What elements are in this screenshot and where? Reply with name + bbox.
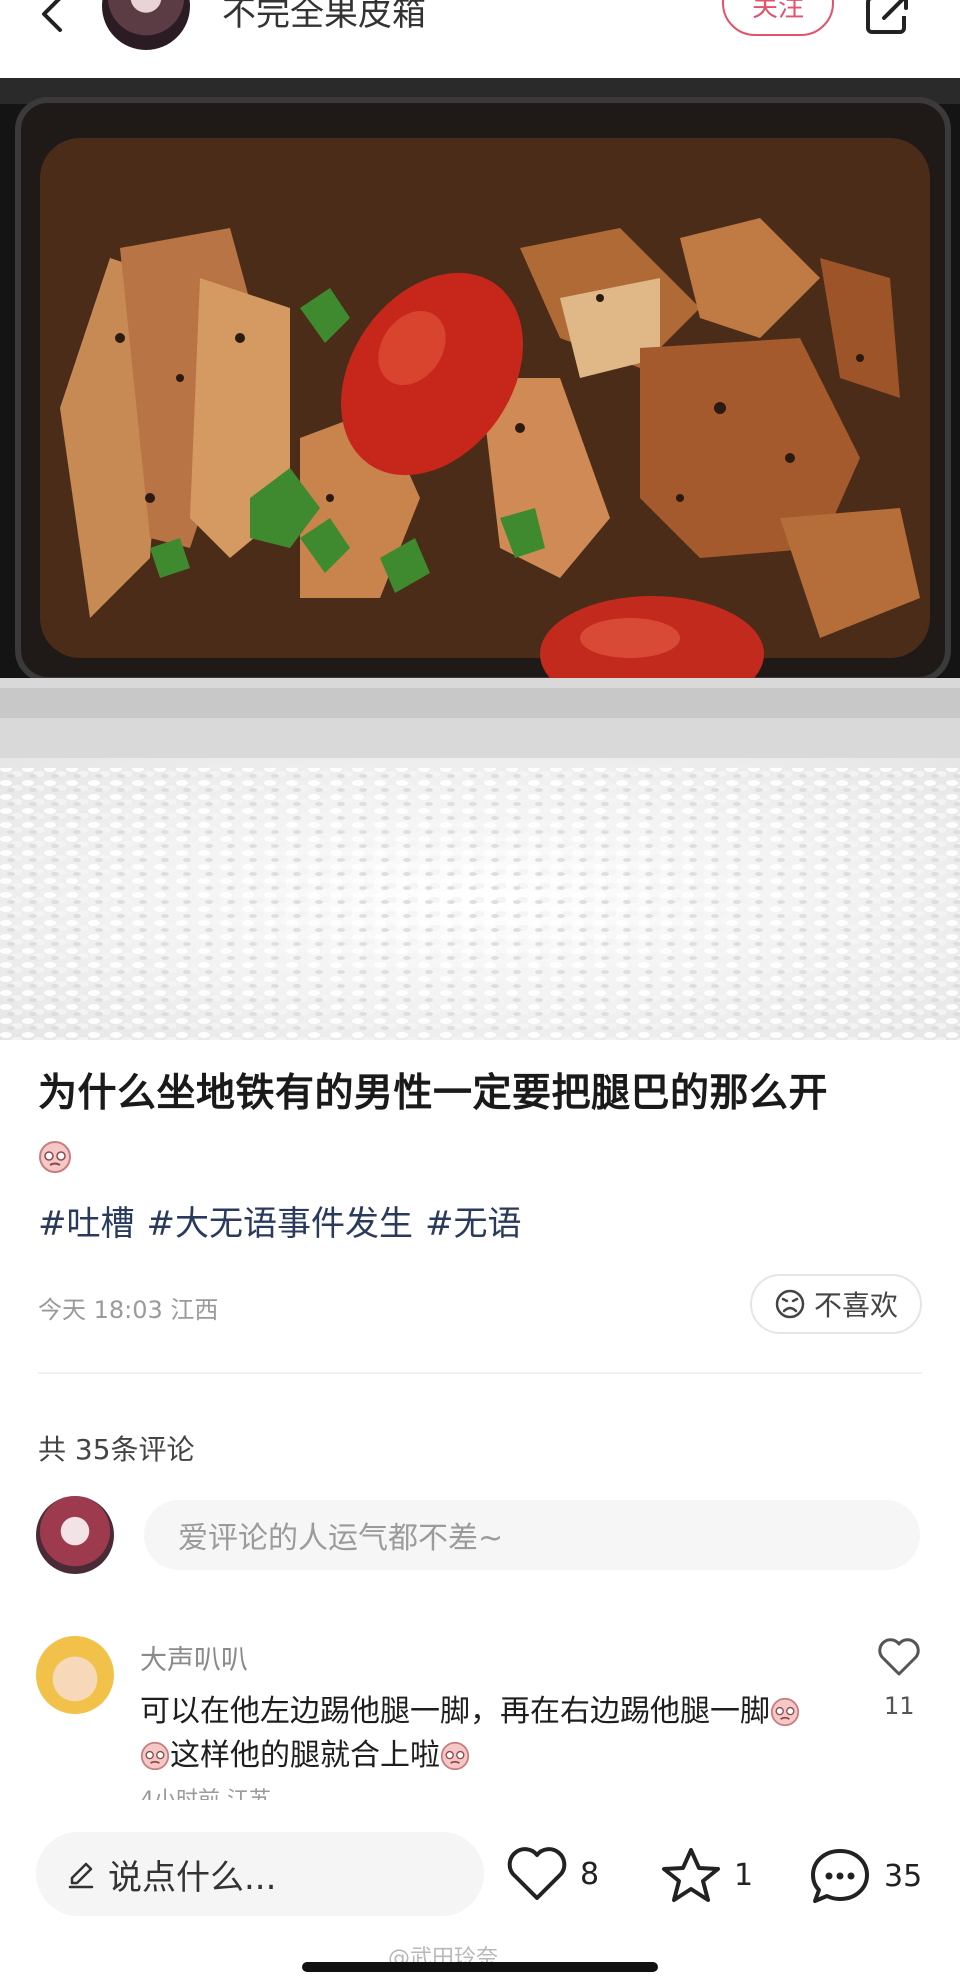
pen-icon: [68, 1862, 94, 1889]
sticker-emoji-icon: [440, 1741, 470, 1771]
tag-link[interactable]: #无语: [425, 1204, 522, 1244]
follow-button-label: 关注: [751, 0, 804, 23]
comment-count: 共 35条评论: [38, 1433, 195, 1466]
dislike-label: 不喜欢: [813, 1289, 898, 1322]
like-count: 8: [580, 1856, 600, 1892]
share-icon[interactable]: [866, 0, 910, 34]
divider: [38, 1372, 922, 1374]
follow-button[interactable]: 关注: [722, 0, 834, 36]
post-photo[interactable]: [0, 78, 960, 1040]
say-something-label: 说点什么...: [108, 1857, 277, 1898]
comment-text-part: 这样他的腿就合上啦: [170, 1738, 440, 1773]
like-button[interactable]: 8: [506, 1846, 599, 1902]
comment-input-placeholder: 爱评论的人运气都不差~: [178, 1521, 504, 1556]
sticker-emoji-icon: [140, 1741, 170, 1771]
tag-link[interactable]: #吐槽: [38, 1204, 135, 1244]
say-something-input[interactable]: 说点什么...: [36, 1832, 484, 1916]
comment-button[interactable]: 35: [808, 1846, 922, 1906]
commenter-avatar[interactable]: [36, 1636, 114, 1714]
chevron-left-icon[interactable]: [34, 0, 74, 34]
heart-icon: [507, 1847, 567, 1900]
comment-input[interactable]: 爱评论的人运气都不差~: [144, 1500, 920, 1570]
post-tags: #吐槽 #大无语事件发生 #无语: [38, 1196, 534, 1245]
author-avatar[interactable]: [102, 0, 190, 50]
comment-like-count: 11: [884, 1692, 915, 1720]
star-icon: [662, 1848, 720, 1902]
comment-text: 可以在他左边踢他腿一脚，再在右边踢他腿一脚这样他的腿就合上啦: [140, 1690, 820, 1778]
sticker-emoji-icon: [770, 1697, 800, 1727]
food-photo-illustration: [0, 78, 960, 1040]
star-count: 1: [734, 1857, 754, 1893]
post-meta: 今天 18:03 江西: [38, 1296, 219, 1324]
top-bar: 不完全果皮箱 关注: [0, 0, 960, 78]
comment-total: 35: [884, 1858, 923, 1894]
frown-face-icon: [775, 1289, 805, 1319]
tag-link[interactable]: #大无语事件发生: [147, 1204, 414, 1244]
author-name[interactable]: 不完全果皮箱: [222, 0, 426, 35]
star-button[interactable]: 1: [660, 1846, 753, 1904]
sticker-emoji-icon: [39, 1141, 71, 1173]
comment-text-part: 可以在他左边踢他腿一脚，再在右边踢他腿一脚: [140, 1694, 770, 1729]
dislike-button[interactable]: 不喜欢: [750, 1274, 922, 1334]
commenter-name[interactable]: 大声叭叭: [140, 1638, 248, 1677]
post-title: 为什么坐地铁有的男性一定要把腿巴的那么开: [38, 1071, 829, 1116]
my-avatar: [36, 1496, 114, 1574]
home-indicator[interactable]: [302, 1962, 658, 1972]
heart-icon[interactable]: [876, 1636, 922, 1678]
chat-bubble-icon: [811, 1849, 869, 1903]
